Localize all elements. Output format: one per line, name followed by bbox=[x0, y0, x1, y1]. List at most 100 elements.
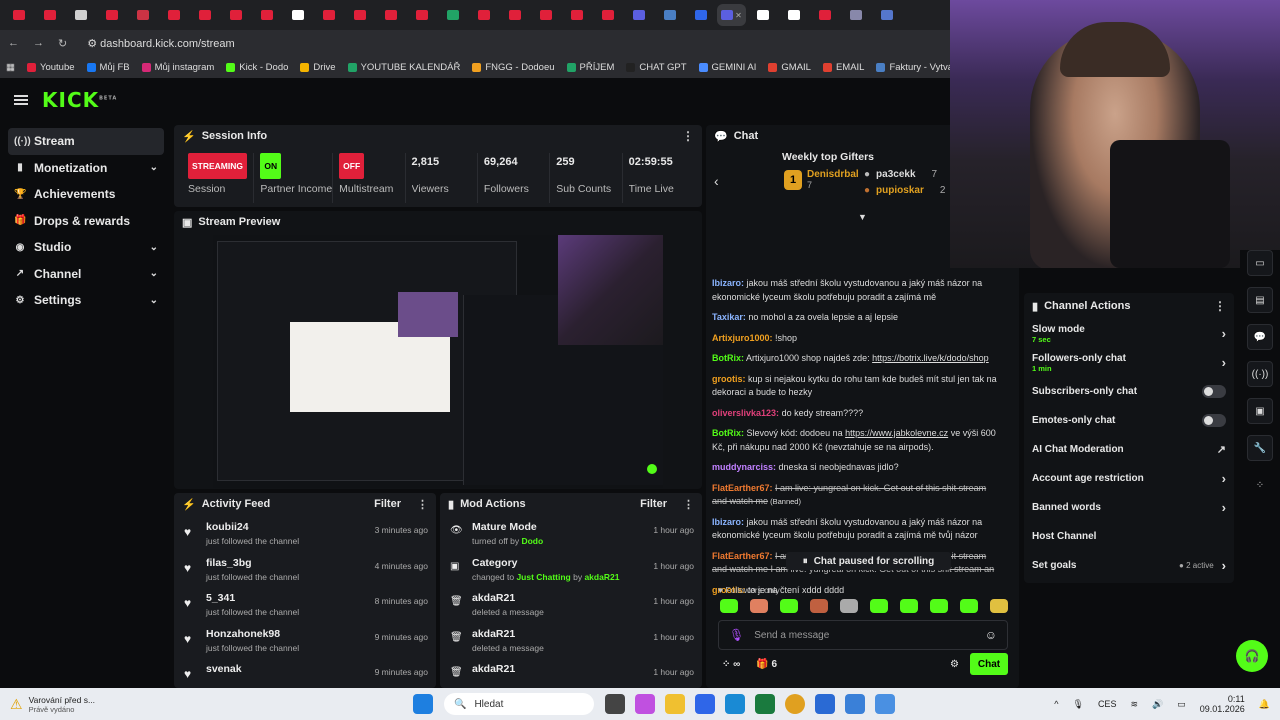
mod-action-user[interactable]: akdaR21 bbox=[584, 572, 619, 582]
browser-tab[interactable] bbox=[66, 4, 95, 26]
activity-username[interactable]: filas_3bg bbox=[206, 557, 299, 569]
bookmark-item[interactable]: Drive bbox=[300, 62, 336, 73]
forward-icon[interactable]: → bbox=[33, 37, 44, 49]
rail-tool-icon[interactable]: ⁘ bbox=[1247, 472, 1273, 498]
support-icon[interactable]: 🎧 bbox=[1236, 640, 1268, 672]
chat-username[interactable]: Artixjuro1000: bbox=[712, 333, 773, 343]
browser-tab[interactable] bbox=[531, 4, 560, 26]
sidebar-item-studio[interactable]: ◉ Studio ⌄ bbox=[8, 234, 164, 261]
channel-actions-more-icon[interactable]: ⋮ bbox=[1214, 299, 1226, 313]
activity-username[interactable]: svenak bbox=[206, 663, 242, 675]
browser-tab[interactable] bbox=[810, 4, 839, 26]
browser-tab[interactable]: ✕ bbox=[717, 4, 746, 26]
chat-username[interactable]: BotRix: bbox=[712, 353, 744, 363]
chat-send-button[interactable]: Chat bbox=[970, 653, 1008, 675]
emote-icon[interactable] bbox=[750, 599, 768, 613]
tab-close-icon[interactable]: ✕ bbox=[735, 11, 742, 20]
rail-tool-icon[interactable]: 🔧 bbox=[1247, 435, 1273, 461]
bookmark-item[interactable]: CHAT GPT bbox=[626, 62, 687, 73]
browser-tab[interactable] bbox=[438, 4, 467, 26]
browser-tab[interactable] bbox=[624, 4, 653, 26]
volume-icon[interactable]: 🔊 bbox=[1152, 699, 1163, 710]
app-icon-3[interactable] bbox=[875, 694, 895, 714]
channel-action-set-goals[interactable]: Set goals ● 2 active › bbox=[1024, 551, 1234, 580]
bookmark-item[interactable]: YOUTUBE KALENDÁŘ bbox=[347, 62, 460, 73]
mod-action-highlight[interactable]: Just Chatting bbox=[516, 572, 570, 582]
back-icon[interactable]: ← bbox=[8, 37, 19, 49]
browser-tab[interactable] bbox=[376, 4, 405, 26]
mod-action-highlight[interactable]: Dodo bbox=[521, 536, 543, 546]
gifter-name[interactable]: pa3cekk bbox=[876, 169, 915, 180]
chat-username[interactable]: grootis: bbox=[712, 374, 746, 384]
chat-username[interactable]: Taxikar: bbox=[712, 312, 746, 322]
edge-icon[interactable] bbox=[725, 694, 745, 714]
excel-icon[interactable] bbox=[755, 694, 775, 714]
bookmark-item[interactable]: GMAIL bbox=[768, 62, 811, 73]
browser-tab[interactable] bbox=[4, 4, 33, 26]
chat-input[interactable]: 🎙 Send a message ☺ bbox=[718, 620, 1008, 650]
taskbar-search[interactable]: 🔍 Hledat bbox=[444, 693, 594, 715]
windows-start-icon[interactable] bbox=[413, 694, 433, 714]
browser-tab[interactable] bbox=[407, 4, 436, 26]
browser-tab[interactable] bbox=[748, 4, 777, 26]
browser-tab[interactable] bbox=[841, 4, 870, 26]
sidebar-item-achievements[interactable]: 🏆 Achievements bbox=[8, 181, 164, 208]
browser-tab[interactable] bbox=[593, 4, 622, 26]
channel-action-host-channel[interactable]: Host Channel bbox=[1024, 522, 1234, 551]
rail-tool-icon[interactable]: ▣ bbox=[1247, 398, 1273, 424]
points-icon[interactable]: ⁘ ∞ bbox=[722, 659, 740, 670]
battery-icon[interactable]: ▭ bbox=[1177, 699, 1186, 710]
chat-username[interactable]: oliverslivka123: bbox=[712, 408, 779, 418]
rail-tool-icon[interactable]: ▭ bbox=[1247, 250, 1273, 276]
mod-filter-button[interactable]: Filter bbox=[640, 498, 667, 510]
gifter-name[interactable]: pupioskar bbox=[876, 185, 924, 196]
browser-tab[interactable] bbox=[190, 4, 219, 26]
tray-chevron-icon[interactable]: ^ bbox=[1054, 699, 1058, 709]
browser-tab[interactable] bbox=[500, 4, 529, 26]
browser-tab[interactable] bbox=[686, 4, 715, 26]
sidebar-item-monetization[interactable]: ▮ Monetization ⌄ bbox=[8, 155, 164, 182]
channel-action-ai-chat-moderation[interactable]: AI Chat Moderation ↗ bbox=[1024, 435, 1234, 464]
activity-filter-button[interactable]: Filter bbox=[374, 498, 401, 510]
gifter-name[interactable]: Denisdrbal bbox=[807, 169, 859, 180]
channel-action-banned-words[interactable]: Banned words › bbox=[1024, 493, 1234, 522]
bookmark-item[interactable]: Můj instagram bbox=[141, 62, 214, 73]
rail-tool-icon[interactable]: 💬 bbox=[1247, 324, 1273, 350]
browser-tab[interactable] bbox=[655, 4, 684, 26]
emote-icon[interactable] bbox=[960, 599, 978, 613]
apps-icon[interactable]: ▦ bbox=[6, 62, 15, 73]
bookmark-item[interactable]: PŘÍJEM bbox=[566, 62, 614, 73]
emote-icon[interactable] bbox=[900, 599, 918, 613]
bookmark-item[interactable]: Youtube bbox=[26, 62, 75, 73]
chat-link[interactable]: https://www.jabkolevne.cz bbox=[845, 428, 948, 438]
gifters-prev-icon[interactable]: ‹ bbox=[714, 173, 719, 189]
notification-widget[interactable]: ⚠ Varování před s... Právě vydáno bbox=[0, 695, 180, 714]
emote-icon[interactable] bbox=[780, 599, 798, 613]
sidebar-item-drops-rewards[interactable]: 🎁 Drops & rewards bbox=[8, 208, 164, 235]
channel-action-emotes-only-chat[interactable]: Emotes-only chat bbox=[1024, 406, 1234, 435]
app-icon-1[interactable] bbox=[815, 694, 835, 714]
activity-username[interactable]: Honzahonek98 bbox=[206, 628, 299, 640]
menu-icon[interactable] bbox=[14, 95, 28, 105]
browser-tab[interactable] bbox=[128, 4, 157, 26]
wifi-icon[interactable]: ≋ bbox=[1130, 699, 1138, 710]
toggle-switch[interactable] bbox=[1202, 414, 1226, 427]
chat-username[interactable]: FlatEarther67: bbox=[712, 483, 773, 493]
browser-tab[interactable] bbox=[314, 4, 343, 26]
chat-username[interactable]: muddynarciss: bbox=[712, 462, 776, 472]
browser-tab[interactable] bbox=[469, 4, 498, 26]
chat-link[interactable]: https://botrix.live/k/dodo/shop bbox=[872, 353, 989, 363]
activity-username[interactable]: koubii24 bbox=[206, 521, 299, 533]
more-options-icon[interactable]: ⋮ bbox=[682, 129, 694, 143]
bookmark-item[interactable]: GEMINI AI bbox=[698, 62, 756, 73]
chat-username[interactable]: Ibizaro: bbox=[712, 278, 744, 288]
app-icon-2[interactable] bbox=[845, 694, 865, 714]
mic-tray-icon[interactable]: 🎙 bbox=[1073, 699, 1084, 710]
bookmark-item[interactable]: EMAIL bbox=[822, 62, 864, 73]
rail-tool-icon[interactable]: ▤ bbox=[1247, 287, 1273, 313]
chrome-icon[interactable] bbox=[785, 694, 805, 714]
sidebar-item-stream[interactable]: ((·)) Stream bbox=[8, 128, 164, 155]
sidebar-item-settings[interactable]: ⚙ Settings ⌄ bbox=[8, 287, 164, 314]
emote-icon[interactable] bbox=[870, 599, 888, 613]
chat-username[interactable]: Ibizaro: bbox=[712, 517, 744, 527]
